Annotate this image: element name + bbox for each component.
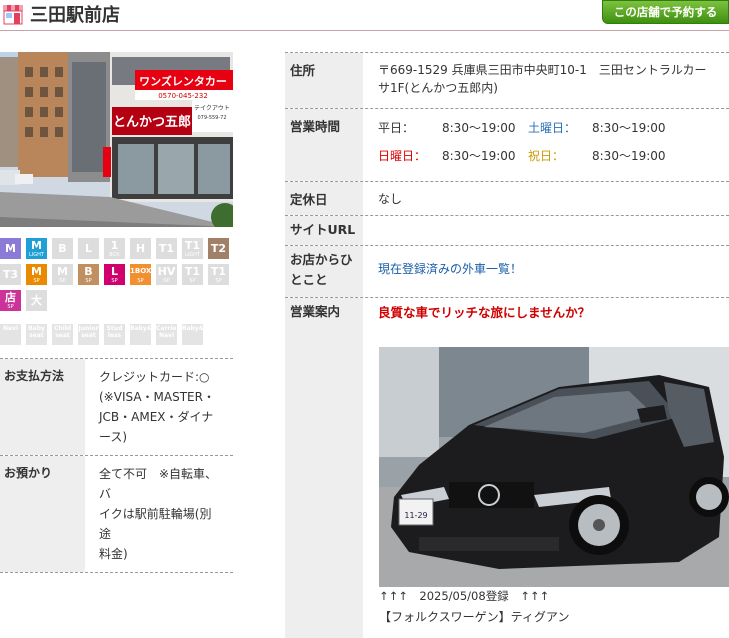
sign-phone: 0570-045-232: [158, 92, 208, 100]
car-class-badge[interactable]: HV SP: [156, 264, 177, 285]
car-class-badge[interactable]: M LIGHT: [26, 238, 47, 259]
storage-line: 料金): [99, 547, 128, 561]
option-badge: Baby&Chair: [130, 324, 170, 345]
payment-info-table: お支払方法 クレジットカード:○ (※VISA・MASTER・ JCB・AMEX…: [0, 358, 233, 573]
payment-line: クレジットカード:○: [99, 370, 210, 384]
guide-title: 良質な車でリッチな旅にしませんか？: [378, 305, 591, 320]
url-head: サイトURL: [285, 216, 363, 245]
url-row: サイトURL: [285, 216, 729, 246]
car-class-badge[interactable]: T1 LIGHT: [182, 238, 203, 259]
car-class-badge[interactable]: T3: [0, 264, 21, 285]
car-class-badge[interactable]: 1BOX SP: [130, 264, 151, 285]
payment-line: JCB・AMEX・ダイナース): [99, 410, 214, 444]
saturday-hours: 8:30〜19:00: [592, 121, 666, 135]
sunday-label: 日曜日：: [378, 149, 427, 163]
sign-main: とんかつ五郎: [113, 114, 191, 130]
option-badge: Stud less: [104, 324, 125, 345]
shop-icon: [3, 5, 23, 25]
storage-head: お預かり: [0, 456, 85, 572]
car-class-badge[interactable]: L: [78, 238, 99, 259]
holiday-label: 祝日：: [528, 149, 565, 163]
car-plate: 11-29: [404, 511, 427, 520]
weekday-label: 平日：: [378, 121, 415, 135]
closed-head: 定休日: [285, 182, 363, 215]
car-class-badge[interactable]: M SP: [26, 264, 47, 285]
payment-head: お支払方法: [0, 359, 85, 455]
guide-head: 営業案内: [285, 298, 363, 638]
hours-row: 営業時間 平日： 8:30〜19:00 土曜日： 8:30〜19:00 日曜日：…: [285, 109, 729, 182]
storage-line: 全て不可 ※自転車、バ: [99, 467, 218, 501]
holiday-hours: 8:30〜19:00: [592, 149, 666, 163]
foreign-car-list-link[interactable]: 現在登録済みの外車一覧！: [378, 262, 522, 276]
closed-row: 定休日 なし: [285, 182, 729, 216]
payment-row: お支払方法 クレジットカード:○ (※VISA・MASTER・ JCB・AMEX…: [0, 359, 233, 456]
option-badge: Child seat: [52, 324, 73, 345]
car-class-badge[interactable]: 店 SP: [0, 290, 21, 311]
message-head: お店からひとこと: [285, 246, 363, 297]
address-head: 住所: [285, 53, 363, 108]
closed-value: なし: [378, 192, 403, 206]
storage-line: イクは駅前駐輪場(別途: [99, 507, 212, 541]
car-class-badge[interactable]: 大: [26, 290, 47, 311]
side-sign: テイクアウト: [194, 104, 230, 112]
option-badge: Navi: [0, 324, 21, 345]
weekday-hours: 8:30〜19:00: [442, 121, 516, 135]
storage-row: お預かり 全て不可 ※自転車、バ イクは駅前駐輪場(別途 料金): [0, 456, 233, 573]
store-photo: ワンズレンタカー 0570-045-232 とんかつ五郎 テイクアウト 079-…: [0, 52, 233, 227]
option-badge: Baby seat: [26, 324, 47, 345]
payment-line: (※VISA・MASTER・: [99, 390, 215, 404]
car-class-badge[interactable]: H: [130, 238, 151, 259]
car-class-badge[interactable]: T1: [156, 238, 177, 259]
car-class-badge[interactable]: L SP: [104, 264, 125, 285]
sign-top: ワンズレンタカー: [139, 74, 227, 88]
option-badge: Junior seat: [78, 324, 99, 345]
car-class-badge[interactable]: M SP: [52, 264, 73, 285]
message-row: お店からひとこと 現在登録済みの外車一覧！: [285, 246, 729, 298]
car-class-badge[interactable]: M: [0, 238, 21, 259]
car-class-badge[interactable]: T2: [208, 238, 229, 259]
storage-value: 全て不可 ※自転車、バ イクは駅前駐輪場(別途 料金): [85, 456, 233, 572]
payment-value: クレジットカード:○ (※VISA・MASTER・ JCB・AMEX・ダイナース…: [85, 359, 233, 455]
page-header: 三田駅前店 この店舗で予約する: [0, 0, 729, 31]
option-badge: Carrier Navi: [156, 324, 179, 345]
car-class-badge[interactable]: T1 SP: [182, 264, 203, 285]
reserve-button[interactable]: この店舗で予約する: [602, 0, 729, 24]
hours-value: 平日： 8:30〜19:00 土曜日： 8:30〜19:00 日曜日： 8:30…: [363, 109, 729, 181]
hours-head: 営業時間: [285, 109, 363, 181]
url-value[interactable]: [363, 216, 729, 245]
car-class-badge[interactable]: B: [52, 238, 73, 259]
address-value: 〒669-1529 兵庫県三田市中央町10-1 三田セントラルカーサ1F(とんか…: [378, 63, 707, 95]
car-photo: 11-29: [379, 347, 729, 587]
car-caption: ↑↑↑ 2025/05/08登録 ↑↑↑: [379, 589, 550, 603]
car-name: 【フォルクスワーゲン】ティグアン: [379, 610, 570, 624]
address-row: 住所 〒669-1529 兵庫県三田市中央町10-1 三田セントラルカーサ1F(…: [285, 53, 729, 109]
option-badge: Baby&Baby: [182, 324, 221, 345]
sunday-hours: 8:30〜19:00: [442, 149, 516, 163]
car-class-badge[interactable]: T1 SP: [208, 264, 229, 285]
saturday-label: 土曜日：: [528, 121, 577, 135]
page-title: 三田駅前店: [30, 5, 120, 26]
message-value: 現在登録済みの外車一覧！: [363, 246, 729, 297]
side-phone: 079-559-72: [197, 115, 226, 121]
car-class-badge[interactable]: B SP: [78, 264, 99, 285]
car-class-badge[interactable]: 1 BOX: [104, 238, 125, 259]
